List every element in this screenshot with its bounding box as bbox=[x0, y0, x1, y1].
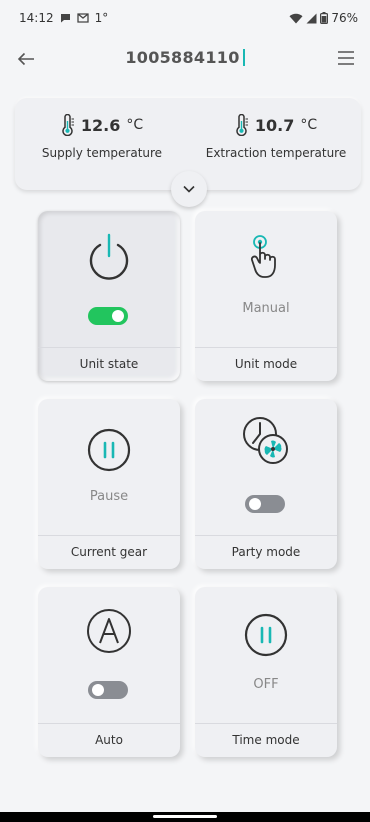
auto-tile[interactable]: Auto bbox=[38, 587, 180, 757]
auto-icon-wrap bbox=[38, 607, 180, 655]
battery-percent: 76% bbox=[331, 11, 358, 25]
tile-divider bbox=[195, 347, 337, 348]
chat-bubble-icon bbox=[60, 14, 70, 23]
signal-icon bbox=[306, 13, 317, 23]
clock-fan-icon bbox=[243, 417, 288, 464]
current-gear-tile[interactable]: Pause Current gear bbox=[38, 399, 180, 569]
auto-toggle[interactable] bbox=[88, 681, 128, 699]
toggle-knob bbox=[92, 684, 104, 696]
extraction-temperature: 10.7 °C Extraction temperature bbox=[191, 112, 361, 160]
unit-mode-label: Unit mode bbox=[234, 357, 298, 371]
power-icon bbox=[89, 233, 129, 280]
mail-icon bbox=[76, 13, 89, 23]
party-mode-toggle[interactable] bbox=[245, 495, 285, 513]
auto-mode-icon bbox=[87, 609, 131, 653]
status-time: 14:12 bbox=[19, 11, 54, 25]
supply-temperature-value-row: 12.6 °C bbox=[17, 112, 187, 138]
status-extra: 1° bbox=[94, 11, 109, 25]
app-screen: 14:12 1° 76% 1005884110 12.6 °C Supply t… bbox=[0, 0, 370, 822]
tile-divider bbox=[38, 347, 180, 348]
time-mode-icon-wrap bbox=[195, 612, 337, 658]
supply-temperature: 12.6 °C Supply temperature bbox=[17, 112, 187, 160]
extraction-temperature-value: 10.7 bbox=[254, 115, 295, 135]
unit-state-toggle[interactable] bbox=[88, 307, 128, 325]
thermometer-icon bbox=[236, 114, 248, 136]
supply-temperature-label: Supply temperature bbox=[41, 146, 163, 160]
thermometer-icon bbox=[62, 114, 74, 136]
toggle-knob bbox=[249, 498, 261, 510]
unit-state-icon-wrap bbox=[38, 231, 180, 283]
expand-temperatures-button[interactable] bbox=[171, 171, 207, 207]
party-mode-label: Party mode bbox=[231, 545, 301, 559]
tile-divider bbox=[38, 723, 180, 724]
party-mode-icon-wrap bbox=[195, 415, 337, 467]
current-gear-value: Pause bbox=[89, 489, 129, 504]
tile-divider bbox=[195, 535, 337, 536]
chevron-down-icon bbox=[183, 185, 195, 193]
system-nav-bar bbox=[0, 812, 370, 822]
text-cursor bbox=[242, 49, 245, 66]
time-mode-label: Time mode bbox=[232, 733, 300, 747]
current-gear-icon-wrap bbox=[38, 427, 180, 473]
extraction-temperature-value-row: 10.7 °C bbox=[191, 112, 361, 138]
status-bar: 14:12 1° 76% bbox=[0, 0, 370, 36]
extraction-temperature-label: Extraction temperature bbox=[205, 146, 347, 160]
tile-divider bbox=[38, 535, 180, 536]
current-gear-label: Current gear bbox=[70, 545, 148, 559]
unit-state-tile[interactable]: Unit state bbox=[38, 211, 180, 381]
menu-button[interactable] bbox=[336, 48, 356, 68]
auto-label: Auto bbox=[95, 733, 123, 747]
page-title: 1005884110 bbox=[0, 48, 370, 67]
home-gesture-handle[interactable] bbox=[153, 815, 217, 818]
tile-divider bbox=[195, 723, 337, 724]
pause-circle-icon bbox=[87, 428, 131, 472]
battery-icon bbox=[320, 12, 329, 24]
hamburger-menu-icon bbox=[338, 51, 354, 65]
unit-state-label: Unit state bbox=[79, 357, 139, 371]
toggle-knob bbox=[112, 310, 124, 322]
device-id: 1005884110 bbox=[125, 48, 240, 67]
time-mode-tile[interactable]: OFF Time mode bbox=[195, 587, 337, 757]
unit-mode-value: Manual bbox=[242, 301, 290, 316]
wifi-icon bbox=[289, 13, 303, 23]
unit-mode-tile[interactable]: Manual Unit mode bbox=[195, 211, 337, 381]
app-bar: 1005884110 bbox=[0, 38, 370, 82]
extraction-temperature-unit: °C bbox=[300, 117, 318, 133]
time-mode-value: OFF bbox=[253, 677, 279, 692]
supply-temperature-unit: °C bbox=[126, 117, 144, 133]
status-bar-left: 14:12 1° bbox=[19, 11, 108, 25]
pause-circle-icon bbox=[244, 613, 288, 657]
supply-temperature-value: 12.6 bbox=[80, 115, 121, 135]
party-mode-tile[interactable]: Party mode bbox=[195, 399, 337, 569]
hand-touch-icon bbox=[250, 235, 276, 278]
status-bar-right: 76% bbox=[289, 11, 358, 25]
unit-mode-icon-wrap bbox=[195, 231, 337, 283]
